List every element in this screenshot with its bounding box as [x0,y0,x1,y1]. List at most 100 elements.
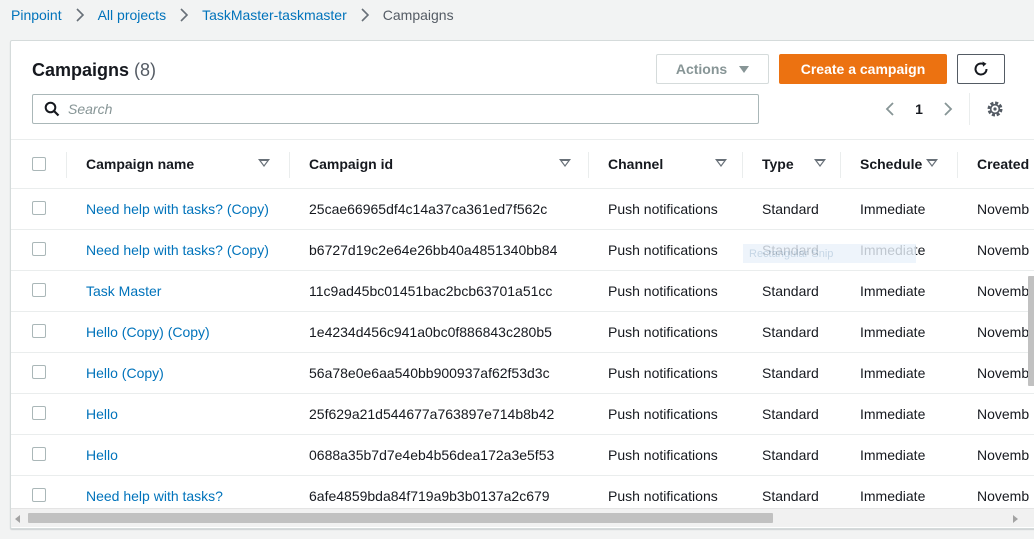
column-header-schedule[interactable]: Schedule [860,140,950,188]
campaign-name-link[interactable]: Need help with tasks? (Copy) [86,201,269,217]
campaign-channel: Push notifications [608,406,718,422]
campaign-type: Standard [762,283,819,299]
settings-gear-icon[interactable] [986,100,1004,118]
table-row: Task Master 11c9ad45bc01451bac2bcb63701a… [11,271,1034,312]
campaign-type: Standard [762,324,819,340]
actions-button[interactable]: Actions [656,54,769,84]
horizontal-scrollbar[interactable] [11,508,1034,527]
table-header: Campaign name Campaign id Channel Type S… [11,140,1034,189]
row-checkbox[interactable] [32,324,46,338]
breadcrumb-all-projects[interactable]: All projects [98,7,166,23]
row-checkbox[interactable] [32,488,46,502]
panel-header: Campaigns (8) Actions Create a campaign [11,41,1034,140]
breadcrumb-pinpoint[interactable]: Pinpoint [11,7,62,23]
column-divider [957,152,958,178]
column-label: Channel [608,156,664,172]
campaign-id: 25f629a21d544677a763897e714b8b42 [309,406,555,422]
campaign-name-link[interactable]: Need help with tasks? (Copy) [86,242,269,258]
campaign-name-link[interactable]: Hello [86,406,118,422]
campaign-created: Novemb [977,447,1030,463]
column-divider [66,152,67,178]
search-input[interactable] [68,101,748,117]
campaign-name-link[interactable]: Hello [86,447,118,463]
column-divider [588,152,589,178]
row-checkbox[interactable] [32,242,46,256]
snip-overlay-label: Rectangular Snip [743,244,916,263]
column-label: Type [762,156,794,172]
campaign-name-link[interactable]: Task Master [86,283,161,299]
campaign-channel: Push notifications [608,242,718,258]
campaign-channel: Push notifications [608,201,718,217]
column-header-campaign-id[interactable]: Campaign id [309,140,579,188]
page-title: Campaigns (8) [32,60,156,81]
column-divider [742,152,743,178]
campaign-created: Novemb [977,201,1030,217]
row-checkbox[interactable] [32,365,46,379]
column-divider [840,152,841,178]
chevron-left-icon [885,102,894,116]
title-label: Campaigns [32,60,130,80]
campaign-created: Novemb [977,324,1030,340]
sort-icon [559,159,571,167]
campaign-id: 25cae66965df4c14a37ca361ed7f562c [309,201,548,217]
campaign-channel: Push notifications [608,365,718,381]
campaign-id: b6727d19c2e64e26bb40a4851340bb84 [309,242,558,258]
horizontal-scroll-thumb[interactable] [28,513,773,523]
campaign-id: 1e4234d456c941a0bc0f886843c280b5 [309,324,552,340]
divider [969,93,970,125]
column-label: Created [977,156,1030,172]
row-checkbox[interactable] [32,447,46,461]
campaign-type: Standard [762,201,819,217]
campaign-schedule: Immediate [860,406,926,422]
table-body: Need help with tasks? (Copy) 25cae66965d… [11,189,1034,516]
campaign-created: Novemb [977,283,1030,299]
column-divider [289,152,290,178]
campaign-id: 56a78e0e6aa540bb900937af62f53d3c [309,365,550,381]
campaign-type: Standard [762,365,819,381]
campaign-schedule: Immediate [860,324,926,340]
column-label: Schedule [860,156,923,172]
row-checkbox[interactable] [32,406,46,420]
column-header-created[interactable]: Created [977,140,1034,188]
sort-icon [715,159,727,167]
campaign-name-link[interactable]: Hello (Copy) [86,365,164,381]
campaign-name-link[interactable]: Need help with tasks? [86,488,223,504]
campaign-schedule: Immediate [860,365,926,381]
breadcrumb-current: Campaigns [382,7,454,23]
table-row: Hello (Copy) (Copy) 1e4234d456c941a0bc0f… [11,312,1034,353]
scroll-left-arrow-icon[interactable] [15,515,20,523]
select-all-checkbox[interactable] [32,157,46,171]
refresh-icon [972,60,990,78]
column-label: Campaign name [86,156,195,172]
row-checkbox[interactable] [32,201,46,215]
sort-icon [258,159,270,167]
campaign-created: Novemb [977,365,1030,381]
next-page-button[interactable] [937,98,959,120]
column-header-type[interactable]: Type [762,140,832,188]
campaign-channel: Push notifications [608,324,718,340]
caret-down-icon [739,65,750,73]
create-campaign-label: Create a campaign [800,61,926,77]
vertical-scroll-thumb[interactable] [1028,276,1034,386]
current-page-number[interactable]: 1 [901,101,937,117]
sort-icon [926,159,938,167]
vertical-scrollbar[interactable] [1025,186,1034,508]
campaign-schedule: Immediate [860,283,926,299]
row-checkbox[interactable] [32,283,46,297]
scroll-right-arrow-icon[interactable] [1013,515,1018,523]
table-row: Hello (Copy) 56a78e0e6aa540bb900937af62f… [11,353,1034,394]
chevron-right-icon [179,6,189,24]
refresh-button[interactable] [957,54,1005,84]
campaign-schedule: Immediate [860,201,926,217]
campaign-count: (8) [134,60,157,80]
create-campaign-button[interactable]: Create a campaign [779,54,947,84]
column-header-campaign-name[interactable]: Campaign name [86,140,276,188]
previous-page-button[interactable] [879,98,901,120]
campaign-id: 0688a35b7d7e4eb4b56dea172a3e5f53 [309,447,555,463]
column-header-channel[interactable]: Channel [608,140,733,188]
campaigns-panel: Campaigns (8) Actions Create a campaign [10,40,1034,529]
chevron-right-icon [75,6,85,24]
breadcrumb-project[interactable]: TaskMaster-taskmaster [202,7,347,23]
campaign-type: Standard [762,406,819,422]
campaign-name-link[interactable]: Hello (Copy) (Copy) [86,324,210,340]
